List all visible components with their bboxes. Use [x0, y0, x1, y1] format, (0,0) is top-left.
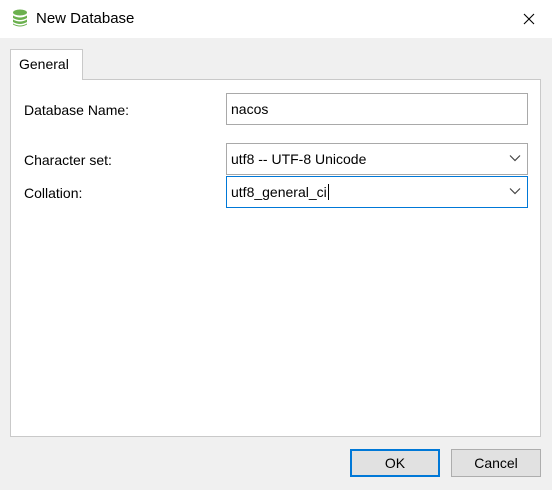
character-set-select[interactable]: utf8 -- UTF-8 Unicode: [226, 143, 528, 175]
database-icon: [13, 9, 27, 27]
database-name-value: nacos: [231, 101, 269, 117]
text-cursor: [327, 184, 329, 200]
general-panel: [10, 79, 541, 437]
close-button[interactable]: [506, 0, 552, 38]
ok-button[interactable]: OK: [350, 449, 440, 477]
database-name-label: Database Name:: [24, 102, 130, 118]
collation-label: Collation:: [24, 185, 83, 201]
database-name-input[interactable]: nacos: [226, 93, 528, 125]
cancel-button[interactable]: Cancel: [451, 449, 541, 477]
character-set-label: Character set:: [24, 152, 112, 168]
chevron-down-icon[interactable]: [509, 187, 521, 195]
tab-general[interactable]: General: [10, 49, 83, 80]
collation-value: utf8_general_ci: [231, 184, 327, 200]
chevron-down-icon[interactable]: [509, 154, 521, 162]
window-title: New Database: [36, 10, 135, 27]
close-icon[interactable]: [523, 13, 535, 25]
character-set-value: utf8 -- UTF-8 Unicode: [231, 151, 367, 167]
collation-select[interactable]: utf8_general_ci: [226, 176, 528, 208]
tab-general-label: General: [19, 56, 69, 72]
title-bar: New Database: [0, 0, 552, 38]
